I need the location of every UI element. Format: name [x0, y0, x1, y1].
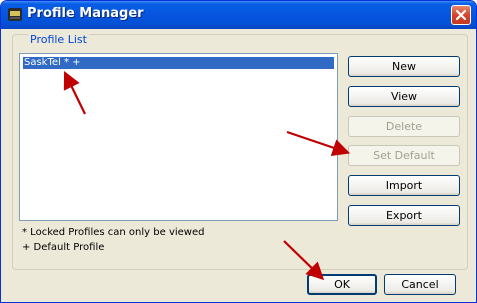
- annotation-arrow-list: [63, 71, 86, 115]
- annotation-arrows: [63, 71, 351, 281]
- annotation-arrow-set-default: [286, 130, 351, 157]
- profile-manager-window: Profile Manager Profile List SaskTel * +…: [0, 0, 477, 303]
- annotation-arrow-ok: [283, 240, 325, 281]
